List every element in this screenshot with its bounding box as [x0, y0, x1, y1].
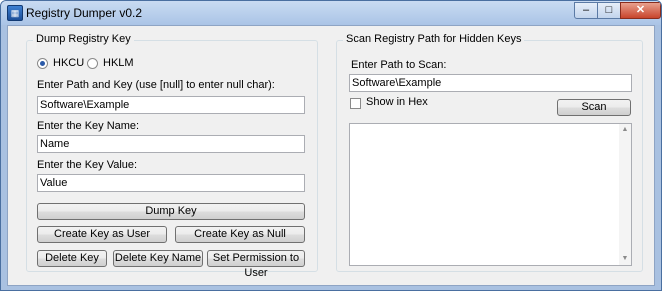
scan-output-textarea[interactable]: ▲ ▼ — [349, 123, 632, 266]
window-title: Registry Dumper v0.2 — [26, 6, 143, 20]
key-name-label: Enter the Key Name: — [37, 120, 140, 132]
client-area: Dump Registry Key HKCU HKLM Enter Path a… — [7, 25, 655, 286]
radio-hkcu[interactable] — [37, 58, 48, 69]
radio-hklm-label: HKLM — [103, 57, 134, 69]
key-value-input[interactable]: Value — [37, 174, 305, 192]
dump-group-title: Dump Registry Key — [33, 33, 134, 45]
scan-path-input[interactable]: Software\Example — [349, 74, 632, 92]
dump-registry-group: Dump Registry Key HKCU HKLM Enter Path a… — [26, 33, 318, 279]
set-permission-button[interactable]: Set Permission to User — [207, 250, 305, 279]
radio-hkcu-label: HKCU — [53, 57, 85, 69]
maximize-icon: □ — [605, 4, 613, 16]
key-path-input[interactable]: Software\Example — [37, 96, 305, 114]
key-value-label: Enter the Key Value: — [37, 159, 138, 171]
show-hex-label: Show in Hex — [366, 96, 428, 108]
close-icon: ✕ — [635, 4, 646, 16]
scan-button[interactable]: Scan — [557, 99, 631, 116]
minimize-button[interactable]: – — [574, 2, 598, 19]
radio-hklm[interactable] — [87, 58, 98, 69]
delete-key-button[interactable]: Delete Key — [37, 250, 107, 267]
output-scrollbar[interactable]: ▲ ▼ — [619, 124, 631, 265]
key-path-label: Enter Path and Key (use [null] to enter … — [37, 79, 275, 91]
delete-key-name-button[interactable]: Delete Key Name — [113, 250, 203, 267]
dump-key-button[interactable]: Dump Key — [37, 203, 305, 220]
create-key-user-button[interactable]: Create Key as User — [37, 226, 167, 243]
scan-group-title: Scan Registry Path for Hidden Keys — [343, 33, 525, 45]
scroll-up-icon[interactable]: ▲ — [619, 125, 631, 135]
key-name-input[interactable]: Name — [37, 135, 305, 153]
minimize-icon: – — [582, 4, 590, 16]
show-hex-checkbox[interactable] — [350, 98, 361, 109]
close-button[interactable]: ✕ — [620, 2, 661, 19]
title-bar[interactable]: ▦ Registry Dumper v0.2 – □ ✕ — [1, 1, 661, 25]
create-key-null-button[interactable]: Create Key as Null — [175, 226, 305, 243]
app-window: ▦ Registry Dumper v0.2 – □ ✕ Dump Regist… — [0, 0, 662, 291]
scroll-down-icon[interactable]: ▼ — [619, 254, 631, 264]
scan-registry-group: Scan Registry Path for Hidden Keys Enter… — [336, 33, 643, 272]
maximize-button[interactable]: □ — [597, 2, 621, 19]
registry-app-icon: ▦ — [7, 5, 23, 21]
scan-path-label: Enter Path to Scan: — [351, 59, 447, 71]
